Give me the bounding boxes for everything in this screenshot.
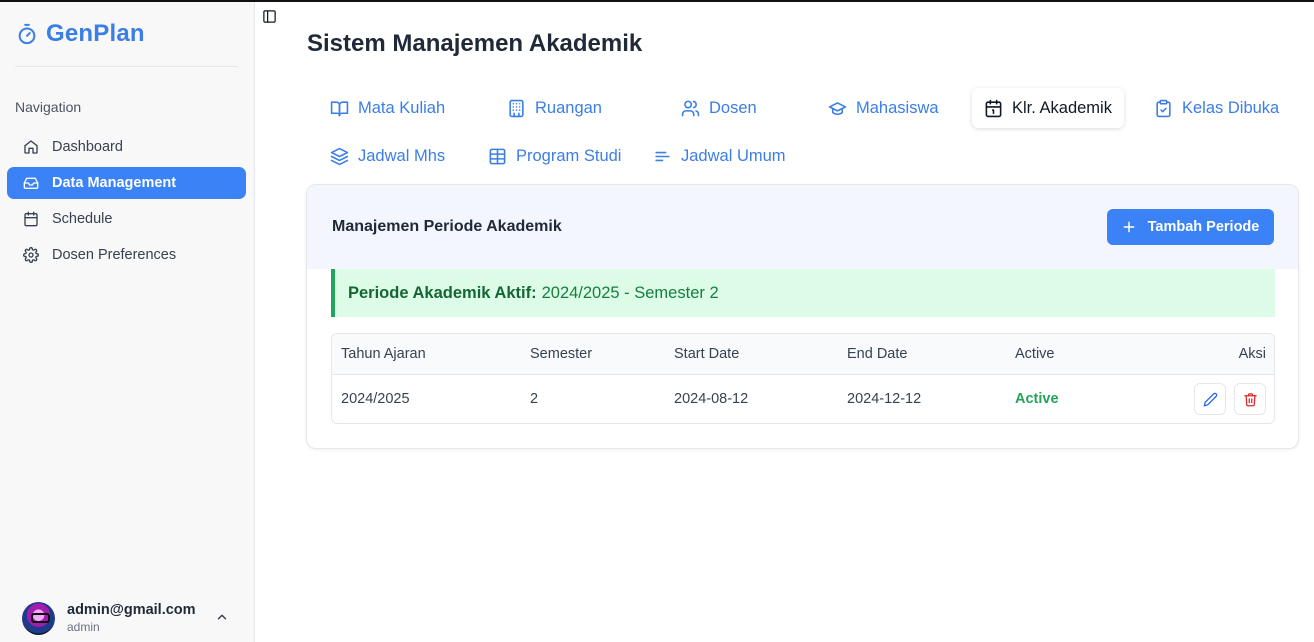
brand-name: GenPlan <box>46 20 145 47</box>
tab-label: Mahasiswa <box>856 98 939 117</box>
row-actions <box>1194 375 1266 423</box>
clipboard-check-icon <box>1156 99 1171 117</box>
calendar-icon <box>985 99 1002 117</box>
sidebar-item-label: Dashboard <box>52 139 123 155</box>
header-active: Active <box>1015 346 1055 362</box>
tab-jadwal-mhs[interactable]: Jadwal Mhs <box>318 136 457 176</box>
users-icon <box>681 100 700 116</box>
tab-label: Ruangan <box>535 98 602 117</box>
tab-mahasiswa[interactable]: Mahasiswa <box>816 88 951 128</box>
periode-card: Manajemen Periode Akademik Tambah Period… <box>306 184 1299 449</box>
tab-klr-akademik[interactable]: Klr. Akademik <box>972 88 1124 128</box>
periode-table: Tahun Ajaran Semester Start Date End Dat… <box>331 333 1275 424</box>
card-title: Manajemen Periode Akademik <box>332 218 562 235</box>
header-tahun-ajaran: Tahun Ajaran <box>341 346 426 362</box>
tab-program-studi[interactable]: Program Studi <box>476 136 633 176</box>
delete-button[interactable] <box>1234 383 1266 415</box>
plus-icon <box>1123 221 1135 233</box>
page-title: Sistem Manajemen Akademik <box>307 30 643 57</box>
tab-dosen[interactable]: Dosen <box>669 88 769 128</box>
timer-icon <box>16 23 38 45</box>
calendar-icon <box>24 211 38 227</box>
cell-tahun-ajaran: 2024/2025 <box>341 391 410 407</box>
sidebar-item-dashboard[interactable]: Dashboard <box>7 131 246 163</box>
tab-label: Dosen <box>709 98 757 117</box>
layers-icon <box>330 147 349 165</box>
book-icon <box>330 100 349 116</box>
tab-label: Kelas Dibuka <box>1182 98 1280 117</box>
sidebar-item-label: Dosen Preferences <box>52 247 177 263</box>
align-left-icon <box>655 151 670 161</box>
avatar <box>22 601 55 635</box>
inbox-icon <box>23 177 39 189</box>
sidebar-item-label: Data Management <box>52 175 177 191</box>
tab-label: Jadwal Umum <box>681 146 786 165</box>
cell-end-date: 2024-12-12 <box>847 391 922 407</box>
header-aksi: Aksi <box>1238 346 1266 362</box>
user-menu[interactable]: admin@gmail.com admin <box>22 598 237 638</box>
sidebar-item-dosen-preferences[interactable]: Dosen Preferences <box>7 239 246 271</box>
building-icon <box>509 99 524 117</box>
tab-label: Jadwal Mhs <box>358 146 446 165</box>
edit-button[interactable] <box>1194 383 1226 415</box>
tab-label: Program Studi <box>516 146 622 165</box>
header-start-date: Start Date <box>674 346 740 362</box>
cell-semester: 2 <box>530 391 539 407</box>
trash-icon <box>1243 392 1257 406</box>
sidebar-item-schedule[interactable]: Schedule <box>7 203 246 235</box>
sidebar-item-label: Schedule <box>52 211 113 227</box>
sidebar: GenPlan Navigation Dashboard Data Manage… <box>0 2 255 642</box>
sidebar-item-data-management[interactable]: Data Management <box>7 167 246 199</box>
tab-label: Klr. Akademik <box>1012 98 1112 117</box>
user-email: admin@gmail.com <box>67 602 196 618</box>
table-header: Tahun Ajaran Semester Start Date End Dat… <box>332 334 1274 375</box>
chevron-up-icon[interactable] <box>215 610 229 624</box>
table-row: 2024/2025 2 2024-08-12 2024-12-12 Active <box>332 375 1274 423</box>
add-periode-button[interactable]: Tambah Periode <box>1107 209 1274 245</box>
sidebar-toggle-icon[interactable] <box>262 9 277 24</box>
user-role: admin <box>67 620 100 634</box>
cell-start-date: 2024-08-12 <box>674 391 749 407</box>
home-icon <box>24 140 38 154</box>
nav-group-label: Navigation <box>15 99 82 115</box>
active-periode-alert: Periode Akademik Aktif: 2024/2025 - Seme… <box>331 269 1275 317</box>
pencil-icon <box>1203 392 1217 406</box>
tab-kelas-dibuka[interactable]: Kelas Dibuka <box>1142 88 1291 128</box>
divider <box>15 66 238 67</box>
add-periode-label: Tambah Periode <box>1147 219 1260 235</box>
header-semester: Semester <box>530 346 593 362</box>
header-end-date: End Date <box>847 346 908 362</box>
alert-label: Periode Akademik Aktif: <box>348 283 537 302</box>
graduation-cap-icon <box>828 101 847 115</box>
tab-jadwal-umum[interactable]: Jadwal Umum <box>641 136 798 176</box>
tab-mata-kuliah[interactable]: Mata Kuliah <box>318 88 457 128</box>
status-badge: Active <box>1015 391 1059 407</box>
alert-value: 2024/2025 - Semester 2 <box>541 283 719 302</box>
brand[interactable]: GenPlan <box>16 20 145 48</box>
card-header: Manajemen Periode Akademik Tambah Period… <box>307 185 1298 269</box>
sidebar-nav: Dashboard Data Management Schedule Dosen… <box>7 131 246 275</box>
tab-ruangan[interactable]: Ruangan <box>495 88 614 128</box>
gear-icon <box>23 247 39 263</box>
tab-label: Mata Kuliah <box>358 98 446 117</box>
table-icon <box>489 148 506 164</box>
